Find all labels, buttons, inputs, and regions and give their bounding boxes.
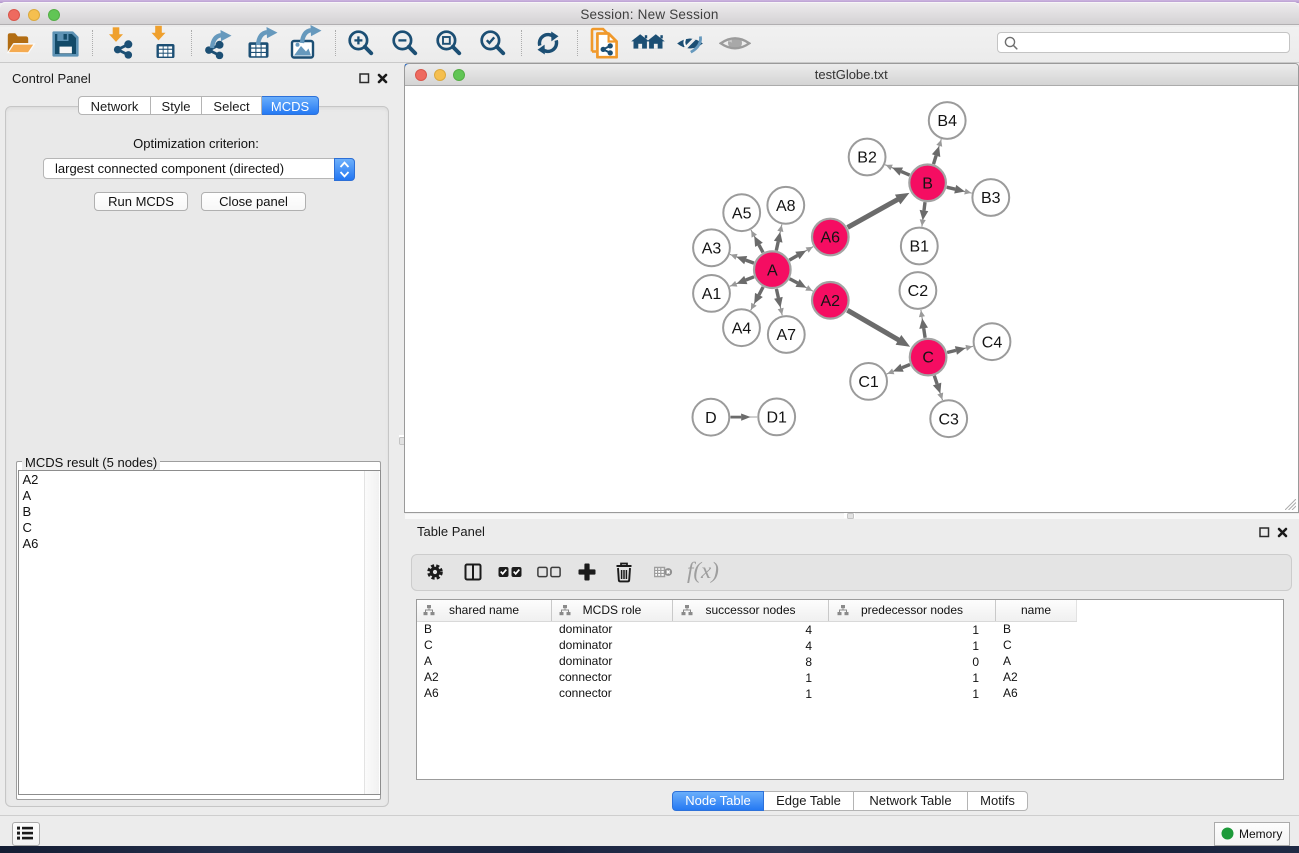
svg-text:D: D xyxy=(705,410,717,427)
svg-text:A2: A2 xyxy=(820,293,840,310)
svg-text:B4: B4 xyxy=(937,113,957,130)
svg-text:B2: B2 xyxy=(857,150,877,167)
svg-text:A1: A1 xyxy=(701,286,721,303)
svg-text:C: C xyxy=(922,350,934,367)
svg-text:A6: A6 xyxy=(820,230,840,247)
svg-text:A4: A4 xyxy=(731,320,751,337)
svg-text:A3: A3 xyxy=(701,240,721,257)
svg-text:C2: C2 xyxy=(907,283,928,300)
svg-text:A: A xyxy=(766,262,777,279)
svg-text:A8: A8 xyxy=(776,198,796,215)
svg-text:B: B xyxy=(922,175,933,192)
svg-text:B1: B1 xyxy=(909,239,929,256)
svg-text:C1: C1 xyxy=(858,374,879,391)
svg-text:B3: B3 xyxy=(981,190,1001,207)
svg-text:C4: C4 xyxy=(981,334,1002,351)
svg-text:A7: A7 xyxy=(776,327,796,344)
svg-text:C3: C3 xyxy=(938,411,959,428)
svg-text:A5: A5 xyxy=(731,205,751,222)
svg-text:D1: D1 xyxy=(766,410,787,427)
